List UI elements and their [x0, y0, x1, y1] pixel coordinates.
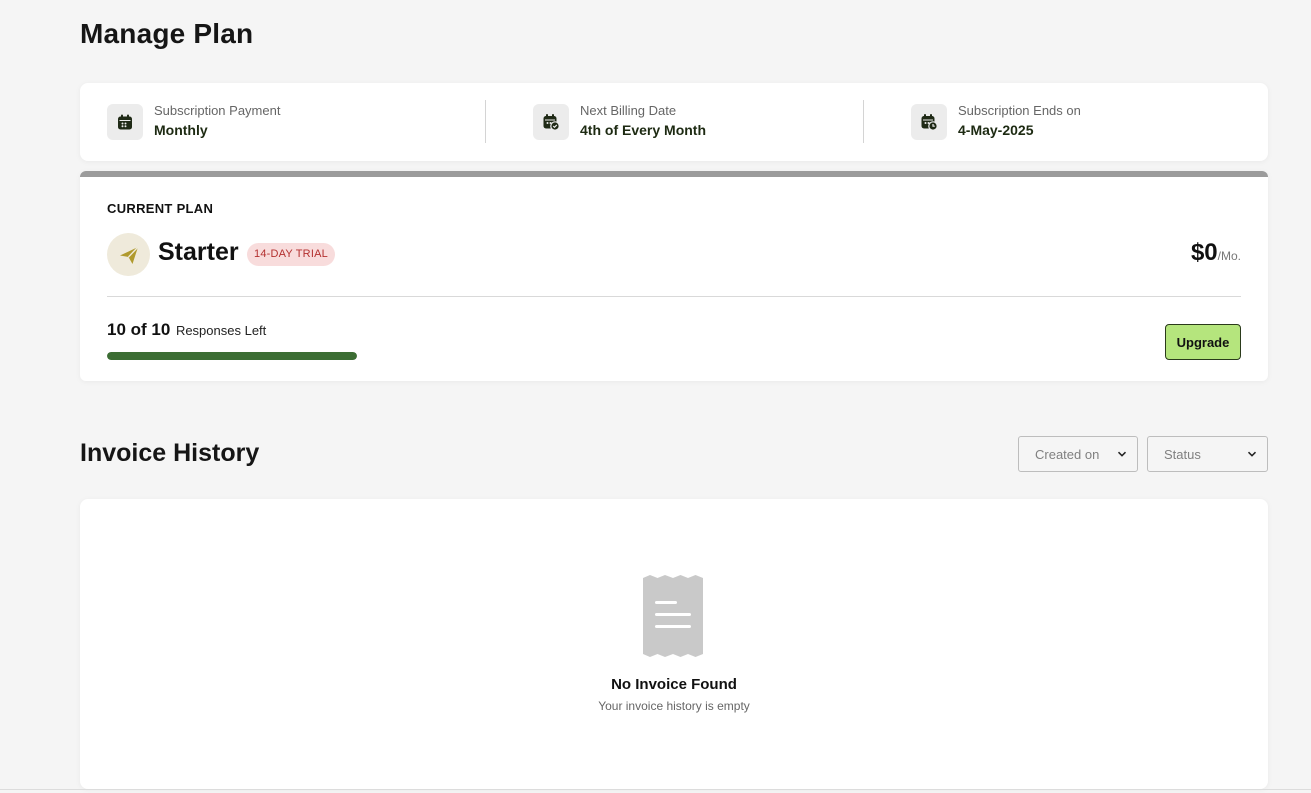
usage-progress-bar [107, 352, 357, 360]
price-amount: $0 [1190, 239, 1218, 266]
manage-plan-page: Manage Plan Subscription Payment Monthly [0, 0, 1311, 793]
page-title: Manage Plan [80, 18, 254, 49]
usage-label: Responses Left [175, 323, 267, 338]
chevron-down-icon [1117, 451, 1127, 457]
calendar-clock-icon [911, 104, 947, 140]
summary-value: 4th of Every Month [580, 122, 707, 138]
usage-progress-fill [107, 352, 357, 360]
status-filter[interactable]: Status [1147, 436, 1268, 472]
calendar-check-icon [533, 104, 569, 140]
current-plan-heading: CURRENT PLAN [107, 201, 214, 216]
usage-count: 10 of 10 [107, 320, 171, 339]
plan-card-top-bar [80, 171, 1268, 177]
filter-label: Status [1164, 446, 1201, 462]
divider [863, 100, 864, 143]
chevron-down-icon [1247, 451, 1257, 457]
summary-label: Subscription Ends on [958, 103, 1081, 118]
summary-label: Next Billing Date [580, 103, 677, 118]
price-period: /Mo. [1217, 249, 1241, 263]
upgrade-button[interactable]: Upgrade [1165, 324, 1241, 360]
page-bottom-border [0, 789, 1311, 790]
current-plan-card: CURRENT PLAN Starter 14-DAY TRIAL $0/Mo.… [80, 171, 1268, 381]
created-on-filter[interactable]: Created on [1018, 436, 1138, 472]
summary-label: Subscription Payment [154, 103, 281, 118]
divider [107, 296, 1241, 297]
summary-value: Monthly [154, 122, 208, 138]
summary-item-next-billing: Next Billing Date 4th of Every Month [533, 103, 706, 141]
summary-item-payment: Subscription Payment Monthly [107, 103, 280, 141]
receipt-icon [643, 575, 703, 657]
trial-badge: 14-DAY TRIAL [247, 243, 335, 266]
summary-value: 4-May-2025 [958, 122, 1034, 138]
empty-state-subtitle: Your invoice history is empty [598, 699, 750, 713]
subscription-summary-card: Subscription Payment Monthly Next Billin… [80, 83, 1268, 161]
summary-item-subscription-ends: Subscription Ends on 4-May-2025 [911, 103, 1081, 141]
empty-state-title: No Invoice Found [611, 676, 737, 693]
divider [485, 100, 486, 143]
filter-label: Created on [1035, 446, 1100, 462]
plan-name: Starter [158, 238, 239, 266]
plan-price: $0/Mo. [1191, 239, 1241, 267]
invoice-list-card: No Invoice Found Your invoice history is… [80, 499, 1268, 789]
paper-plane-icon [107, 233, 150, 276]
invoice-history-title: Invoice History [80, 439, 260, 467]
calendar-icon [107, 104, 143, 140]
responses-usage: 10 of 10 Responses Left [107, 320, 266, 340]
